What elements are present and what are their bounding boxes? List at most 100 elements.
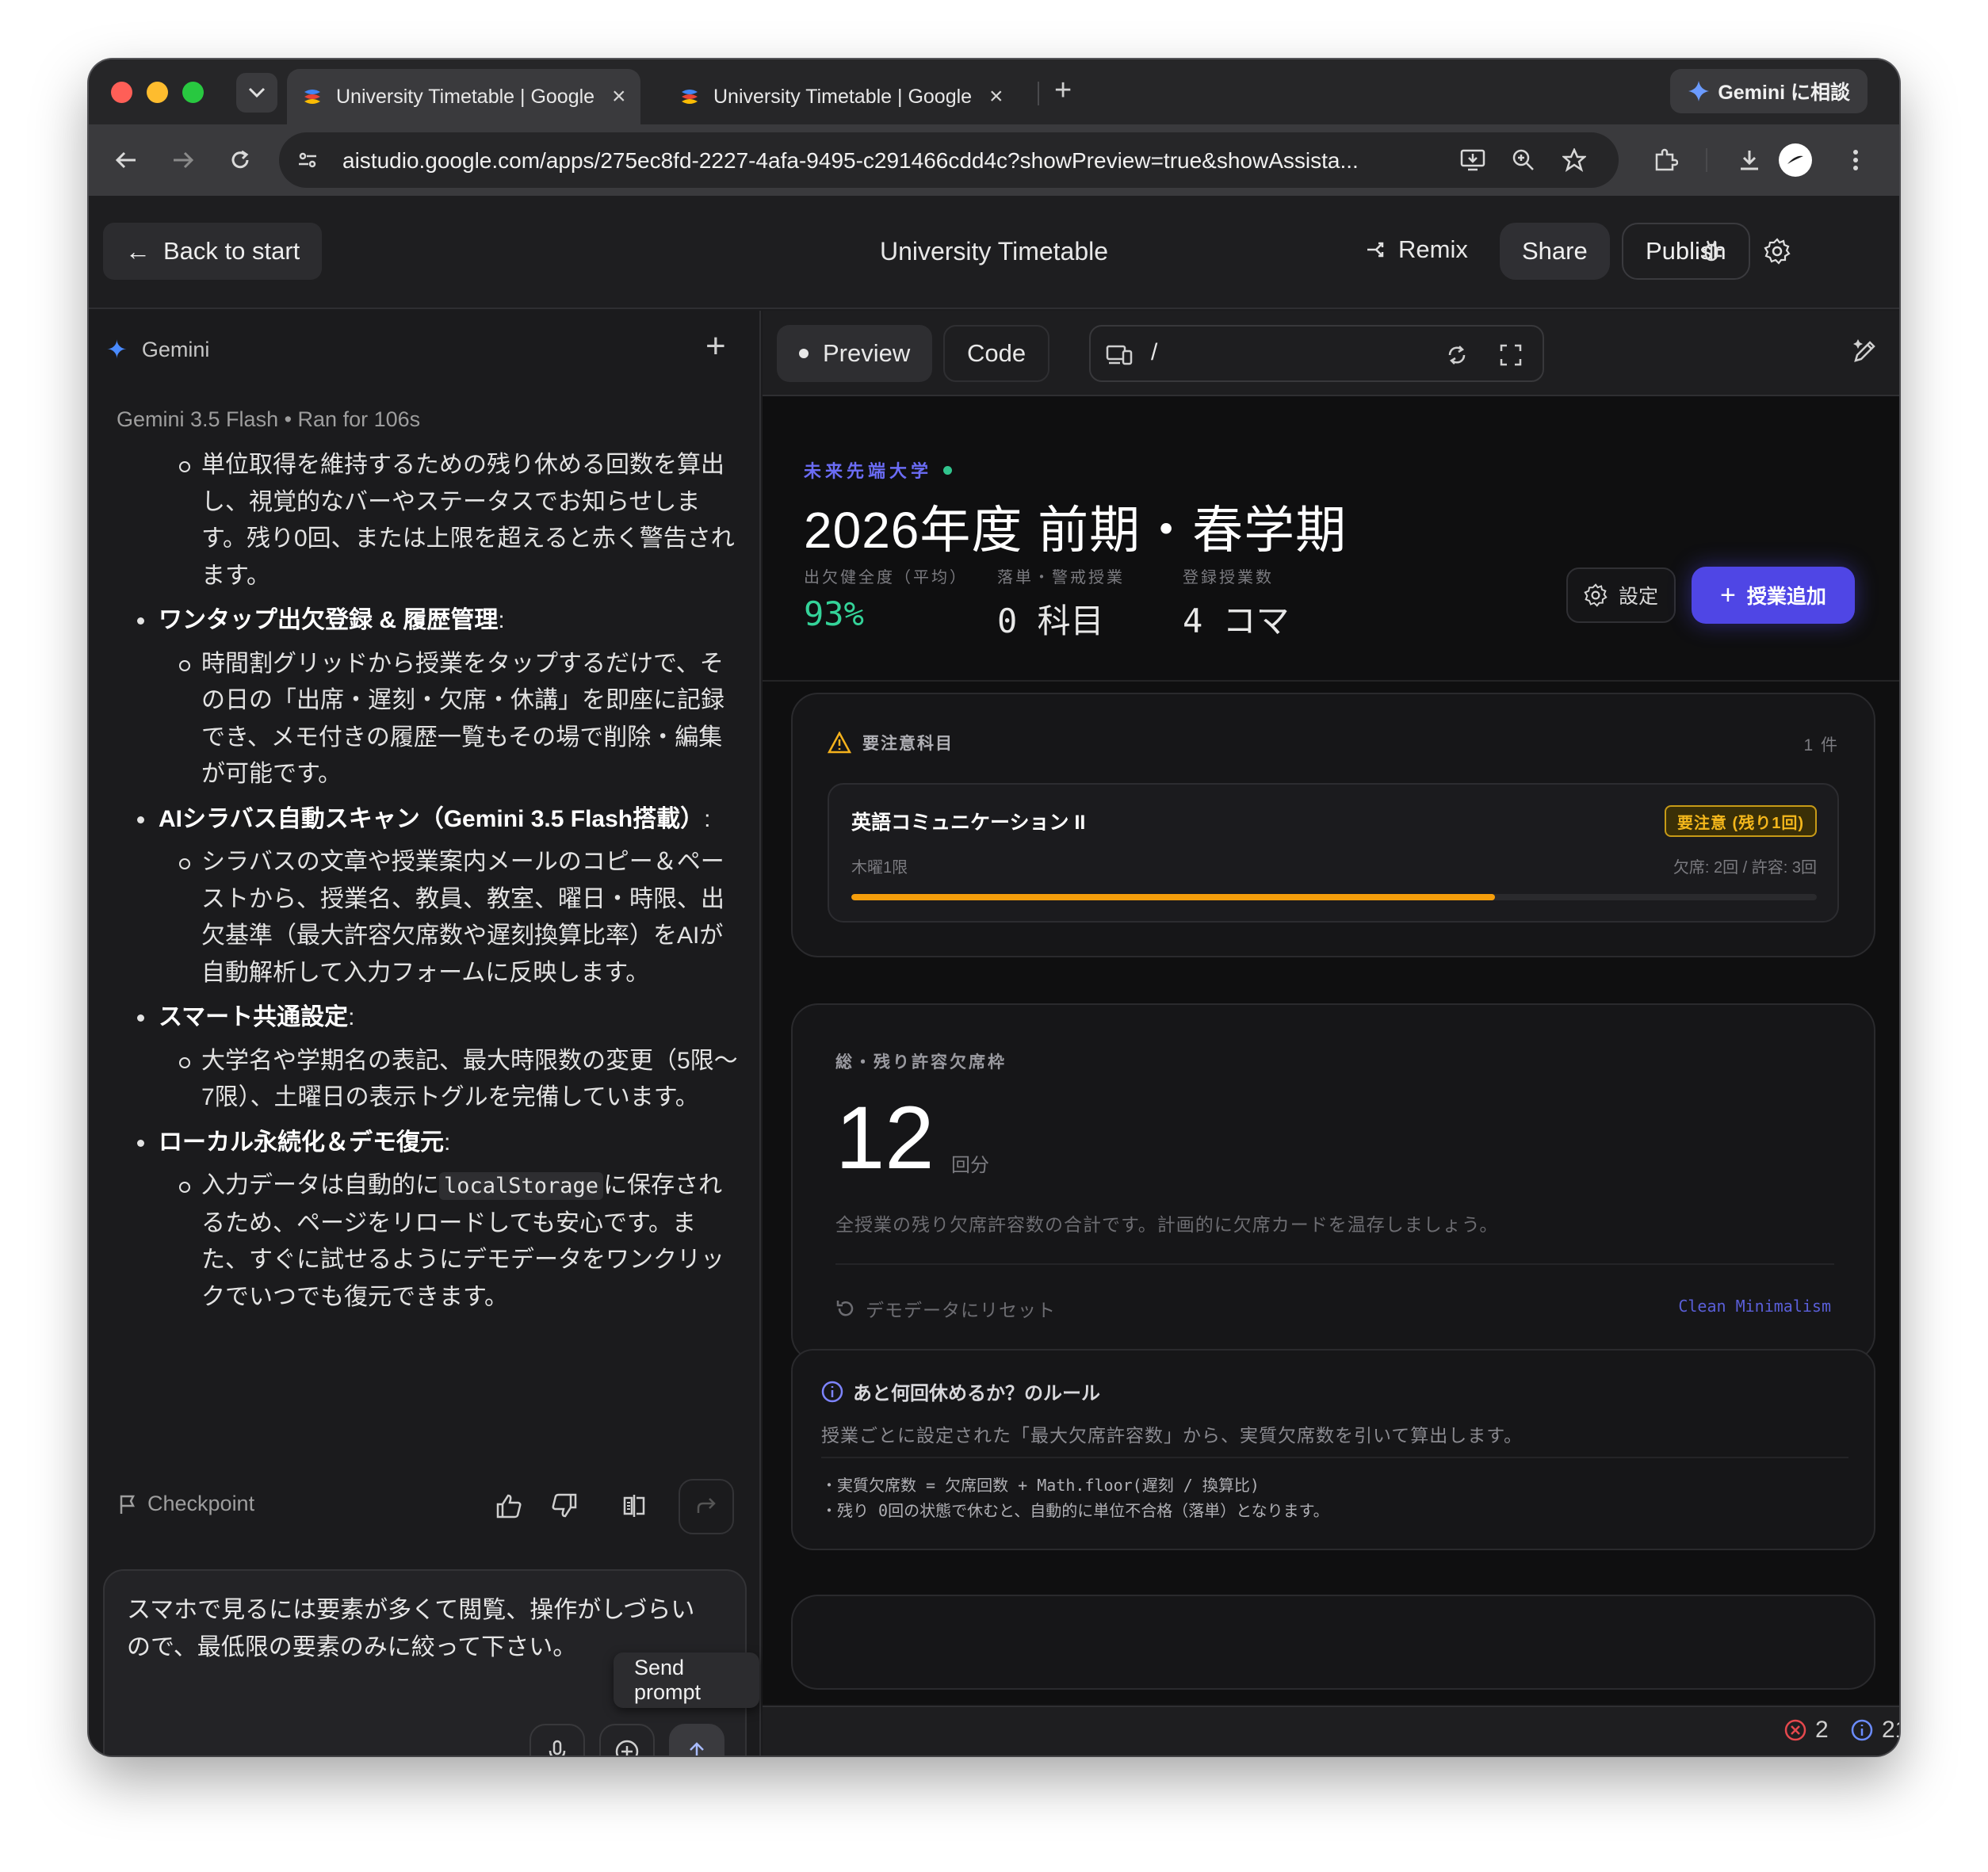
remix-icon [1367, 242, 1384, 258]
refresh-preview-icon[interactable] [1441, 339, 1473, 371]
pen-sparkle-icon [1853, 339, 1875, 362]
tab-preview-label: Preview [823, 339, 911, 367]
close-tab-icon[interactable]: × [989, 83, 1004, 110]
list-item: 入力データは自動的に localStorage に保存されるため、ページをリロードし… [117, 1167, 743, 1316]
stat-risk-value: 0 科目 [997, 602, 1104, 640]
active-dot-icon [799, 349, 809, 358]
next-card [791, 1595, 1875, 1690]
status-dot-icon [943, 465, 953, 475]
back-to-start-button[interactable]: ← Back to start [103, 223, 323, 280]
list-item-suffix: : [704, 805, 711, 832]
share-button[interactable]: Share [1500, 223, 1610, 280]
arrow-up-icon [690, 1742, 704, 1755]
thumbs-down-button[interactable] [545, 1487, 583, 1525]
university-label: 未来先端大学 [804, 461, 933, 481]
tab-university-timetable-2[interactable]: University Timetable | Google AI Studio … [664, 69, 1018, 124]
preview-url-box[interactable]: / [1089, 325, 1544, 382]
new-chat-button[interactable]: + [705, 327, 726, 366]
tab-strip: University Timetable | Google AI Studio … [89, 59, 1899, 124]
tab-code[interactable]: Code [943, 325, 1050, 382]
stat-health-value: 93% [804, 594, 864, 633]
voice-input-button[interactable] [529, 1724, 585, 1755]
chat-panel: ✦ Gemini + Gemini 3.5 Flash • Ran for 10… [89, 311, 761, 1755]
download-icon [1741, 151, 1758, 170]
gear-icon [1584, 583, 1608, 607]
info-icon [821, 1381, 843, 1402]
remaining-unit: 回分 [951, 1155, 989, 1176]
chat-panel-title: Gemini [141, 337, 210, 361]
tab-title: University Timetable | Google AI Studio [336, 85, 598, 108]
course-item[interactable]: 英語コミュニケーション II 要注意 (残り1回) 木曜1限 欠席: 2回 / … [828, 783, 1839, 923]
device-toggle-icon[interactable] [1103, 339, 1135, 371]
rule-line: ・実質欠席数 = 欠席回数 + Math.floor(遅刻 / 換算比) [821, 1476, 1260, 1495]
thumbs-up-button[interactable] [490, 1487, 528, 1525]
checkpoint-button[interactable]: Checkpoint [119, 1492, 254, 1516]
tab-search-button[interactable] [236, 73, 277, 113]
ask-gemini-button[interactable]: Gemini に相談 [1670, 69, 1868, 113]
thumbs-down-icon [552, 1493, 577, 1518]
gear-icon [1764, 238, 1791, 265]
tab-preview[interactable]: Preview [777, 325, 933, 382]
new-tab-button[interactable]: + [1054, 74, 1072, 108]
reset-icon [836, 1301, 854, 1316]
ai-studio-favicon-icon [304, 90, 320, 104]
bookmark-star-icon[interactable] [1558, 144, 1590, 176]
extensions-button[interactable] [1647, 142, 1684, 178]
university-name: 未来先端大学 [804, 457, 953, 483]
tab-university-timetable-1[interactable]: University Timetable | Google AI Studio … [287, 69, 640, 124]
stat-courses-value: 4 コマ [1183, 602, 1290, 640]
divider [821, 1457, 1848, 1458]
chat-response: 単位取得を維持するための残り休める回数を算出し、視覚的なバーやステータスでお知ら… [117, 447, 743, 1316]
error-count: 2 [1815, 1717, 1829, 1743]
downloads-button[interactable] [1731, 142, 1768, 178]
error-count-button[interactable]: 2 [1783, 1717, 1829, 1744]
arrow-left-icon: ← [125, 236, 151, 266]
add-class-button[interactable]: + 授業追加 [1692, 567, 1855, 624]
term-title: 2026年度 前期・春学期 [804, 502, 1348, 559]
app-header: ← Back to start University Timetable Rem… [89, 196, 1899, 309]
preview-toolbar: Preview Code / [763, 311, 1899, 396]
compare-button[interactable] [615, 1487, 653, 1525]
status-badge: 要注意 (残り1回) [1665, 805, 1817, 837]
annotate-button[interactable] [1852, 338, 1879, 369]
fullscreen-icon[interactable] [1495, 339, 1527, 371]
list-item: 時間割グリッドから授業をタップするだけで、その日の「出席・遅刻・欠席・休講」を即… [117, 646, 743, 793]
info-icon [1851, 1719, 1873, 1741]
app-settings-button[interactable]: 設定 [1566, 567, 1676, 623]
arrow-right-icon [174, 151, 194, 169]
warning-courses-card: 要注意科目 1 件 英語コミュニケーション II 要注意 (残り1回) 木曜1限… [791, 693, 1875, 957]
tab-code-label: Code [967, 339, 1026, 367]
browser-menu-button[interactable] [1837, 142, 1874, 178]
reload-button[interactable] [222, 142, 258, 178]
share-label: Share [1522, 237, 1588, 265]
debug-button[interactable] [1696, 235, 1727, 267]
info-count-button[interactable]: 21 [1850, 1717, 1899, 1744]
tab-title: University Timetable | Google AI Studio [713, 85, 975, 108]
close-window-button[interactable] [111, 82, 132, 103]
redo-button[interactable] [679, 1479, 734, 1534]
reset-demo-button[interactable]: デモデータにリセット [835, 1295, 1056, 1322]
inline-code: localStorage [439, 1172, 604, 1200]
profile-avatar[interactable] [1779, 143, 1812, 177]
zoom-icon[interactable] [1508, 144, 1539, 176]
list-item-heading: ワンタップ出欠登録 & 履歴管理 [159, 607, 499, 633]
maximize-window-button[interactable] [182, 82, 204, 103]
send-prompt-button[interactable] [669, 1724, 724, 1755]
add-attachment-button[interactable] [599, 1724, 655, 1755]
stat-courses-label: 登録授業数 [1183, 569, 1274, 586]
close-tab-icon[interactable]: × [612, 83, 626, 110]
absence-progress-fill [851, 894, 1496, 900]
minimize-window-button[interactable] [147, 82, 168, 103]
remix-button[interactable]: Remix [1365, 235, 1468, 264]
back-nav-button[interactable] [108, 142, 144, 178]
site-settings-icon[interactable] [292, 144, 323, 176]
install-app-icon[interactable] [1457, 144, 1489, 176]
rules-card-header: あと何回休めるか？のルール [821, 1377, 1100, 1405]
address-bar[interactable]: aistudio.google.com/apps/275ec8fd-2227-4… [279, 132, 1619, 188]
profile-icon [1787, 155, 1803, 164]
more-vert-icon [1853, 150, 1858, 170]
plus-icon: + [1720, 579, 1736, 610]
forward-nav-button[interactable] [165, 142, 201, 178]
settings-button[interactable] [1761, 235, 1793, 267]
publish-button[interactable]: Publish [1622, 223, 1750, 280]
